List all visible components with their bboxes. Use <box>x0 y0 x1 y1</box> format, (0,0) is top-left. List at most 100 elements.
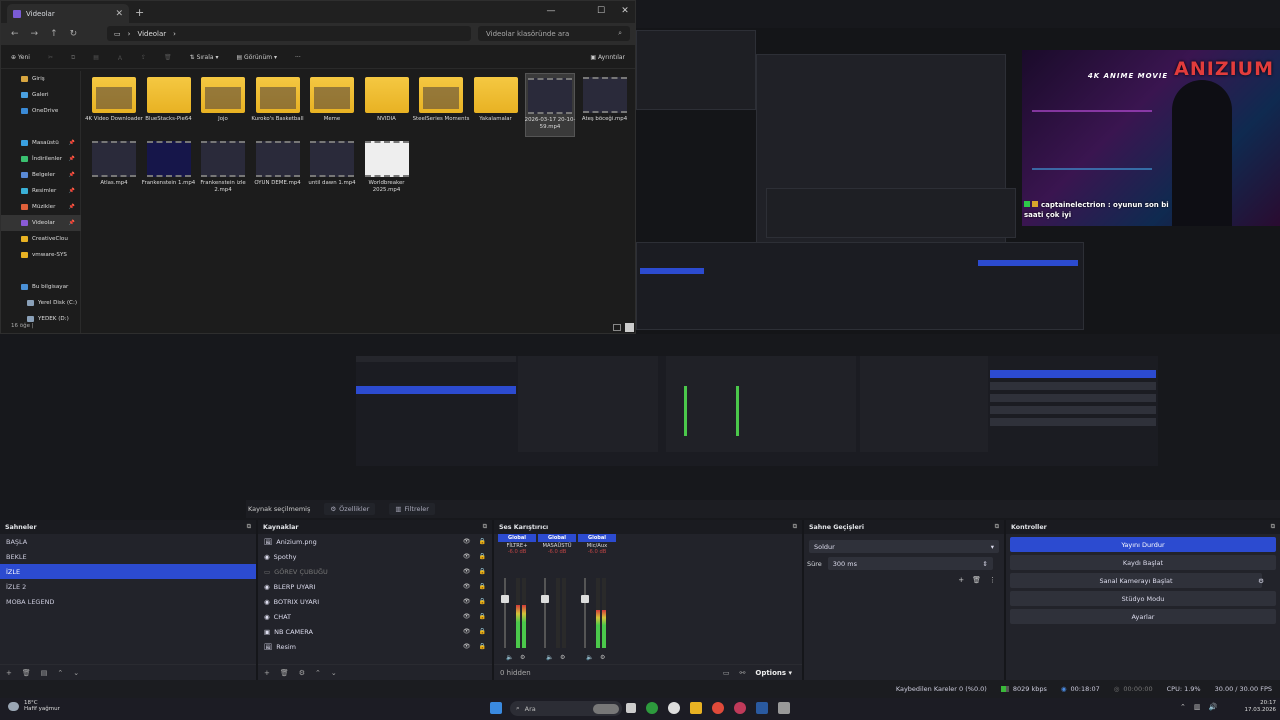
volume-icon[interactable]: 🔊 <box>1209 703 1218 711</box>
scene-item[interactable]: BEKLE <box>0 549 256 564</box>
file-item[interactable]: BlueStacks-Pie64 <box>144 73 194 137</box>
details-button[interactable]: ▣ Ayrıntılar <box>590 54 625 61</box>
nav-item[interactable]: İndirilenler 📌 <box>1 151 81 167</box>
source-item[interactable]: 🖼 Anizium.png 👁 🔒 <box>258 534 492 549</box>
source-item[interactable]: ▭ GÖREV ÇUBUĞU 👁 🔒 <box>258 564 492 579</box>
file-item[interactable]: Jojo <box>198 73 248 137</box>
new-tab-icon[interactable]: + <box>135 6 144 19</box>
nav-item[interactable]: Resimler 📌 <box>1 183 81 199</box>
eye-icon[interactable]: 👁 <box>463 538 471 545</box>
nav-item[interactable]: OneDrive <box>1 103 81 119</box>
close-tab-icon[interactable]: ✕ <box>115 9 123 19</box>
address-bar[interactable]: ▭ › Videolar › <box>107 26 471 41</box>
dock-float-icon[interactable]: ⧉ <box>793 523 797 531</box>
explorer-search-input[interactable]: Videolar klasöründe ara ⌕ <box>478 26 630 41</box>
breadcrumb-videos[interactable]: Videolar <box>137 30 166 38</box>
channel-settings-icon[interactable]: ⚙ <box>520 654 525 661</box>
scene-item[interactable]: BAŞLA <box>0 534 256 549</box>
view-button[interactable]: ▤ Görünüm ▾ <box>236 54 277 61</box>
source-item[interactable]: ◉ CHAT 👁 🔒 <box>258 609 492 624</box>
source-item[interactable]: ◉ BLERP UYARI 👁 🔒 <box>258 579 492 594</box>
channel-settings-icon[interactable]: ⚙ <box>560 654 565 661</box>
nav-item[interactable]: Masaüstü 📌 <box>1 135 81 151</box>
file-item[interactable]: Frankenstein izle 2.mp4 <box>198 137 248 201</box>
volume-knob[interactable] <box>501 595 509 604</box>
hand-app-icon[interactable] <box>778 702 790 714</box>
file-explorer-app-icon[interactable] <box>690 702 702 714</box>
add-scene-icon[interactable]: + <box>6 669 12 677</box>
more-button[interactable]: ··· <box>295 54 301 61</box>
volume-slider[interactable] <box>541 578 549 648</box>
speaker-icon[interactable]: 🔈 <box>506 654 513 661</box>
volume-knob[interactable] <box>541 595 549 604</box>
transition-select[interactable]: Soldur ▾ <box>809 540 999 553</box>
speaker-icon[interactable]: 🔈 <box>546 654 553 661</box>
move-up-icon[interactable]: ⌃ <box>57 669 63 677</box>
volume-slider[interactable] <box>501 578 509 648</box>
eye-icon[interactable]: 👁 <box>463 643 471 650</box>
eye-icon[interactable]: 👁 <box>463 628 471 635</box>
file-item[interactable]: Meme <box>307 73 357 137</box>
xbox-icon[interactable] <box>646 702 658 714</box>
file-item[interactable]: NVIDIA <box>362 73 412 137</box>
eye-icon[interactable]: 👁 <box>463 553 471 560</box>
steam-app-icon[interactable] <box>756 702 768 714</box>
file-item[interactable]: Worldbreaker 2025.mp4 <box>362 137 412 201</box>
explorer-tab[interactable]: Videolar ✕ <box>7 4 129 23</box>
options-button[interactable]: Options ▾ <box>755 669 792 677</box>
source-item[interactable]: 🖼 Resim 👁 🔒 <box>258 639 492 654</box>
dock-float-icon[interactable]: ⧉ <box>995 523 999 531</box>
network-icon[interactable]: ▥ <box>1194 703 1201 711</box>
move-down-icon[interactable]: ⌄ <box>73 669 79 677</box>
refresh-icon[interactable]: ↻ <box>70 29 78 39</box>
lock-icon[interactable]: 🔒 <box>479 568 486 575</box>
sort-button[interactable]: ⇅ Sırala ▾ <box>190 54 219 61</box>
duration-input[interactable]: 300 ms ⇕ <box>827 557 993 570</box>
add-source-icon[interactable]: + <box>264 669 270 677</box>
gear-icon[interactable]: ⚙ <box>1258 577 1264 585</box>
scene-item[interactable]: MOBA LEGEND <box>0 594 256 609</box>
file-item[interactable]: Ateş böceği.mp4 <box>580 73 630 137</box>
control-button[interactable]: Yayını Durdur <box>1010 537 1276 552</box>
dock-float-icon[interactable]: ⧉ <box>247 523 251 531</box>
add-transition-icon[interactable]: + <box>958 576 964 584</box>
nav-item[interactable]: CreativeClou <box>1 231 81 247</box>
remove-scene-icon[interactable]: 🗑 <box>22 669 31 677</box>
minimize-icon[interactable]: — <box>543 4 559 18</box>
up-arrow-icon[interactable]: ↑ <box>50 29 58 39</box>
file-item[interactable]: Frankenstein 1.mp4 <box>142 137 195 201</box>
tray-chevron-icon[interactable]: ⌃ <box>1180 703 1186 711</box>
file-item[interactable]: Yakalamalar <box>471 73 521 137</box>
maximize-icon[interactable]: ☐ <box>593 4 609 18</box>
nav-item[interactable]: Galeri <box>1 87 81 103</box>
lock-icon[interactable]: 🔒 <box>479 553 486 560</box>
new-button[interactable]: ⊕ Yeni <box>11 54 30 61</box>
lock-icon[interactable]: 🔒 <box>479 643 486 650</box>
control-button[interactable]: Sanal Kamerayı Başlat ⚙ <box>1010 573 1264 588</box>
tiles-view-icon[interactable] <box>625 323 634 332</box>
taskbar-clock[interactable]: 20:17 17.03.2026 <box>1236 700 1277 714</box>
nav-item[interactable]: Giriş <box>1 71 81 87</box>
dock-float-icon[interactable]: ⧉ <box>483 523 487 531</box>
lock-icon[interactable]: 🔒 <box>479 598 486 605</box>
file-item[interactable]: SteelSeries Moments <box>413 73 469 137</box>
lock-icon[interactable]: 🔒 <box>479 538 486 545</box>
scene-filter-icon[interactable]: ▤ <box>41 669 48 677</box>
source-item[interactable]: ◉ Spothy 👁 🔒 <box>258 549 492 564</box>
task-view-icon[interactable] <box>626 703 636 713</box>
eye-icon[interactable]: 👁 <box>463 598 471 605</box>
volume-slider[interactable] <box>581 578 589 648</box>
steelseries-app-icon[interactable] <box>734 702 746 714</box>
source-item[interactable]: ◉ BOTRIX UYARI 👁 🔒 <box>258 594 492 609</box>
nav-item[interactable]: Yerel Disk (C:) <box>1 295 81 311</box>
start-menu-icon[interactable] <box>490 702 502 714</box>
properties-button[interactable]: ⚙ Özellikler <box>324 503 376 515</box>
taskbar-search[interactable]: ⌕ Ara <box>510 701 622 716</box>
nav-item[interactable]: Müzikler 📌 <box>1 199 81 215</box>
speaker-icon[interactable]: 🔈 <box>586 654 593 661</box>
forward-arrow-icon[interactable]: → <box>31 29 39 39</box>
file-item[interactable]: OYUN DEME.mp4 <box>253 137 303 201</box>
mixer-link-icon[interactable]: ⚯ <box>740 669 746 677</box>
transition-menu-icon[interactable]: ⋮ <box>989 576 996 584</box>
file-item[interactable]: Kuroko's Basketball <box>251 73 304 137</box>
